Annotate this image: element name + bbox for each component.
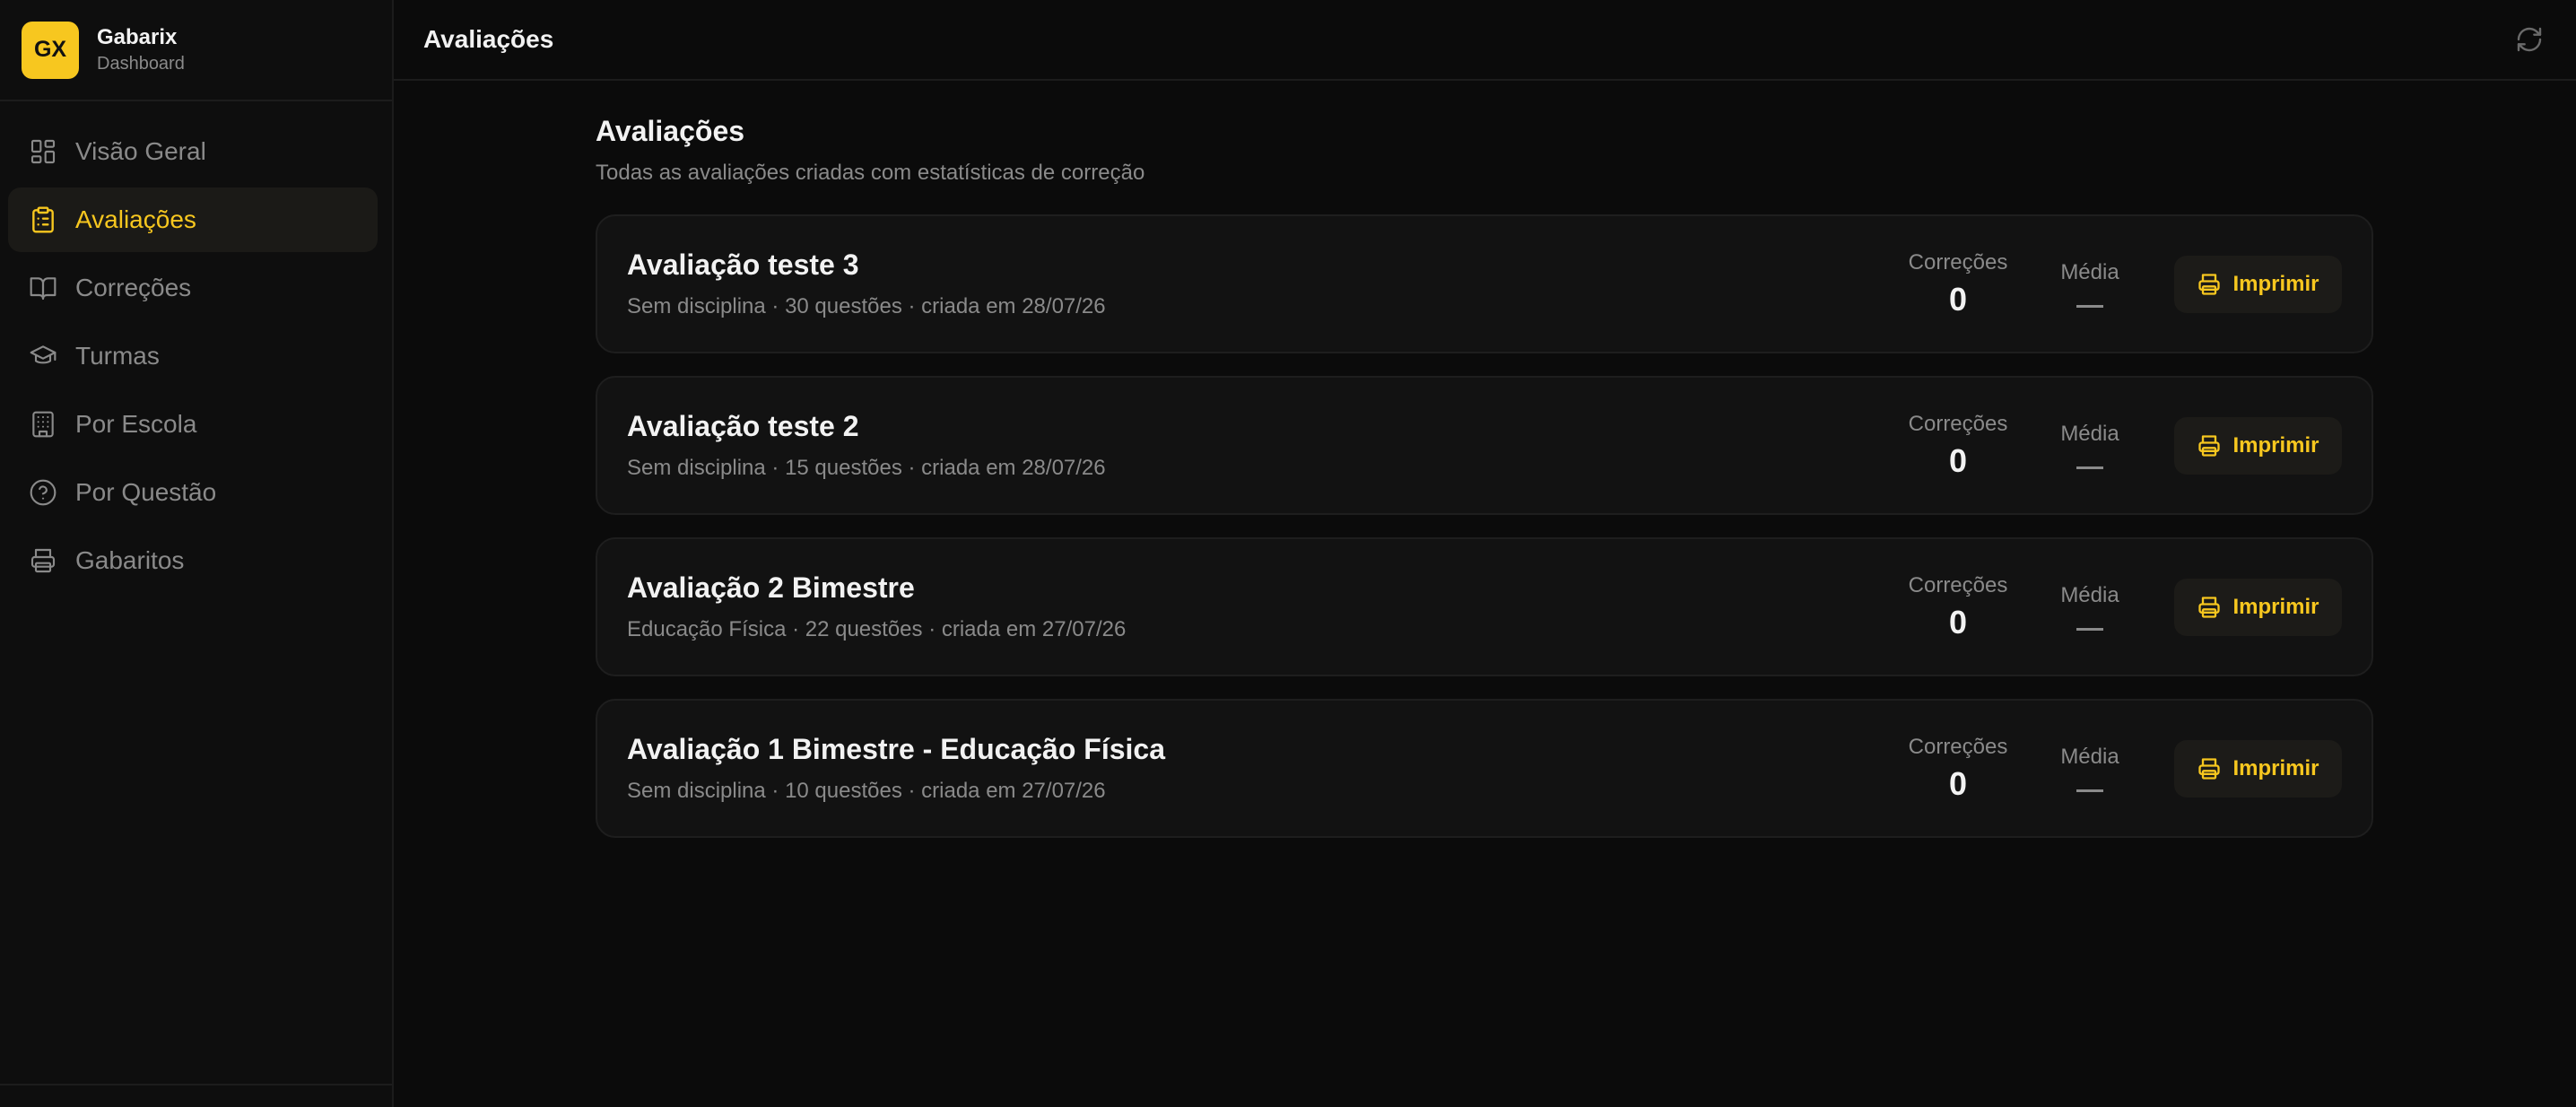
evaluation-title: Avaliação teste 2	[627, 410, 859, 442]
printer-icon	[2198, 757, 2221, 780]
average-label: Média	[2060, 745, 2119, 769]
printer-icon	[2198, 434, 2221, 457]
corrections-value: 0	[1948, 441, 1968, 479]
evaluation-title: Avaliação 2 Bimestre	[627, 571, 915, 604]
evaluation-meta: Sem disciplina · 10 questões · criada em…	[627, 779, 1106, 803]
print-button-label: Imprimir	[2232, 432, 2319, 458]
evaluation-meta: Sem disciplina · 30 questões · criada em…	[627, 294, 1106, 318]
sidebar-item-por-questao[interactable]: Por Questão	[8, 460, 378, 525]
sidebar-item-gabaritos[interactable]: Gabaritos	[8, 528, 378, 593]
evaluations-list: Avaliação teste 3 Sem disciplina · 30 qu…	[596, 214, 2373, 838]
corrections-stat: Correções 0	[1900, 412, 2016, 480]
print-button[interactable]: Imprimir	[2174, 255, 2342, 313]
brand-text: Gabarix Dashboard	[97, 25, 185, 74]
average-empty-dash	[2076, 628, 2103, 631]
sidebar-item-label: Por Questão	[75, 478, 217, 506]
sidebar-item-label: Turmas	[75, 342, 160, 370]
page-title: Avaliações	[596, 115, 745, 147]
average-stat: Média	[2045, 260, 2135, 308]
app-root: GX Gabarix Dashboard Visão Geral Avaliaç…	[0, 0, 2576, 1107]
evaluation-stats: Correções 0 Média Imprimir	[1900, 250, 2342, 318]
printer-icon	[29, 546, 57, 575]
corrections-value: 0	[1948, 280, 1968, 318]
content: Avaliações Todas as avaliações criadas c…	[596, 115, 2373, 860]
evaluation-card[interactable]: Avaliação teste 2 Sem disciplina · 15 qu…	[596, 376, 2373, 515]
average-label: Média	[2060, 260, 2119, 284]
refresh-icon	[2515, 25, 2544, 54]
average-label: Média	[2060, 422, 2119, 446]
sidebar: GX Gabarix Dashboard Visão Geral Avaliaç…	[0, 0, 394, 1107]
topbar: Avaliações	[394, 0, 2576, 81]
brand-logo: GX	[22, 21, 79, 79]
building-icon	[29, 410, 57, 439]
sidebar-nav: Visão Geral Avaliações Correções Turmas	[0, 119, 392, 593]
sidebar-item-label: Avaliações	[75, 205, 196, 233]
book-icon	[29, 274, 57, 302]
evaluation-stats: Correções 0 Média Imprimir	[1900, 573, 2342, 641]
print-button[interactable]: Imprimir	[2174, 739, 2342, 798]
sidebar-item-por-escola[interactable]: Por Escola	[8, 392, 378, 457]
evaluation-meta: Educação Física · 22 questões · criada e…	[627, 617, 1127, 641]
corrections-label: Correções	[1908, 734, 2008, 759]
sidebar-item-label: Visão Geral	[75, 137, 206, 165]
corrections-label: Correções	[1908, 572, 2008, 597]
corrections-value: 0	[1948, 764, 1968, 802]
brand[interactable]: GX Gabarix Dashboard	[0, 0, 392, 101]
sidebar-item-label: Por Escola	[75, 410, 197, 438]
sidebar-item-avaliacoes[interactable]: Avaliações	[8, 187, 378, 252]
corrections-label: Correções	[1908, 249, 2008, 275]
evaluation-card[interactable]: Avaliação 2 Bimestre Educação Física · 2…	[596, 537, 2373, 676]
brand-name: Gabarix	[97, 25, 178, 49]
sidebar-item-correcoes[interactable]: Correções	[8, 256, 378, 320]
average-empty-dash	[2076, 305, 2103, 308]
corrections-label: Correções	[1908, 411, 2008, 436]
sidebar-item-label: Gabaritos	[75, 546, 185, 574]
sidebar-item-visao-geral[interactable]: Visão Geral	[8, 119, 378, 184]
corrections-stat: Correções 0	[1900, 573, 2016, 641]
print-button-label: Imprimir	[2232, 594, 2319, 619]
average-stat: Média	[2045, 422, 2135, 469]
refresh-button[interactable]	[2513, 23, 2546, 56]
print-button[interactable]: Imprimir	[2174, 578, 2342, 636]
average-empty-dash	[2076, 466, 2103, 469]
sidebar-item-turmas[interactable]: Turmas	[8, 324, 378, 388]
average-label: Média	[2060, 583, 2119, 607]
evaluation-title: Avaliação teste 3	[627, 248, 859, 281]
page-subtitle: Todas as avaliações criadas com estatíst…	[596, 161, 1145, 185]
corrections-stat: Correções 0	[1900, 735, 2016, 803]
help-circle-icon	[29, 478, 57, 507]
evaluation-info: Avaliação teste 2 Sem disciplina · 15 qu…	[627, 410, 1106, 481]
evaluation-info: Avaliação 1 Bimestre - Educação Física S…	[627, 733, 1165, 804]
topbar-title: Avaliações	[423, 25, 554, 53]
average-stat: Média	[2045, 583, 2135, 631]
corrections-value: 0	[1948, 603, 1968, 641]
evaluation-info: Avaliação teste 3 Sem disciplina · 30 qu…	[627, 248, 1106, 319]
print-button-label: Imprimir	[2232, 271, 2319, 296]
average-empty-dash	[2076, 789, 2103, 792]
evaluation-stats: Correções 0 Média Imprimir	[1900, 735, 2342, 803]
evaluation-card[interactable]: Avaliação teste 3 Sem disciplina · 30 qu…	[596, 214, 2373, 353]
printer-icon	[2198, 273, 2221, 295]
sidebar-item-label: Correções	[75, 274, 192, 301]
graduation-cap-icon	[29, 342, 57, 370]
corrections-stat: Correções 0	[1900, 250, 2016, 318]
evaluation-meta: Sem disciplina · 15 questões · criada em…	[627, 456, 1106, 480]
sidebar-footer-divider	[0, 1084, 392, 1085]
clipboard-icon	[29, 205, 57, 234]
printer-icon	[2198, 596, 2221, 618]
print-button-label: Imprimir	[2232, 755, 2319, 780]
brand-subtitle: Dashboard	[97, 54, 185, 74]
average-stat: Média	[2045, 745, 2135, 792]
evaluation-stats: Correções 0 Média Imprimir	[1900, 412, 2342, 480]
evaluation-title: Avaliação 1 Bimestre - Educação Física	[627, 733, 1165, 765]
grid-icon	[29, 137, 57, 166]
print-button[interactable]: Imprimir	[2174, 416, 2342, 475]
evaluation-info: Avaliação 2 Bimestre Educação Física · 2…	[627, 571, 1126, 642]
evaluation-card[interactable]: Avaliação 1 Bimestre - Educação Física S…	[596, 699, 2373, 838]
main-area: Avaliações Avaliações Todas as avaliaçõe…	[394, 0, 2576, 1107]
